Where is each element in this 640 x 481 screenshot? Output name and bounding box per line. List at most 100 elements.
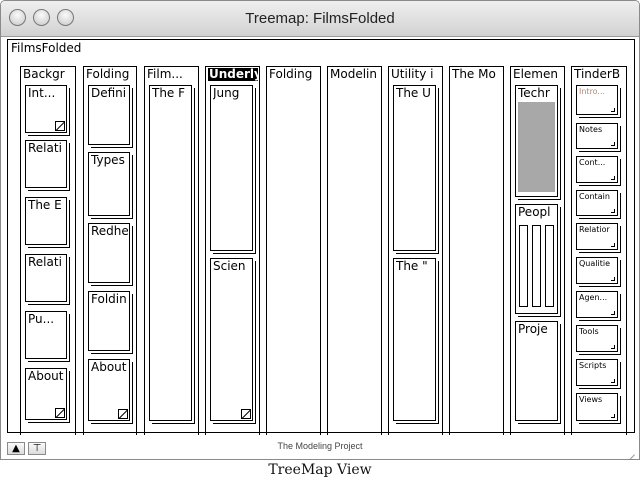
node-label: Pu... xyxy=(28,313,55,326)
treemap-node[interactable]: Types xyxy=(88,152,130,216)
treemap-column-underly[interactable]: Underly Jung Scien xyxy=(205,66,260,436)
column-label: Elemen xyxy=(513,68,558,81)
node-label: About xyxy=(28,370,64,383)
node-label: Views xyxy=(579,395,603,404)
treemap-column-folding-2[interactable]: Folding xyxy=(266,66,321,436)
treemap-node[interactable]: The E xyxy=(25,197,67,245)
treemap-node[interactable]: Jung xyxy=(210,85,253,251)
node-label: Relatior xyxy=(579,225,610,234)
treemap-node[interactable]: The F xyxy=(149,85,192,421)
node-label: The E xyxy=(28,199,62,212)
treemap-node[interactable]: Peopl xyxy=(515,204,558,314)
node-label: Scien xyxy=(213,260,246,273)
column-label: Folding xyxy=(269,68,313,81)
node-label: Notes xyxy=(579,125,603,134)
corner-mark-icon xyxy=(611,142,615,146)
node-label: Intro... xyxy=(579,87,606,96)
filled-area xyxy=(518,102,555,192)
child-bar[interactable] xyxy=(532,225,541,307)
resize-grip-icon[interactable] xyxy=(625,445,635,455)
treemap-column-folding[interactable]: Folding Defini Types Redhe Foldin About xyxy=(83,66,137,436)
treemap-node[interactable]: About xyxy=(88,359,130,421)
node-label: Agen... xyxy=(579,293,608,302)
treemap-node[interactable]: Foldin xyxy=(88,291,130,351)
node-label: The " xyxy=(396,260,428,273)
node-label: Qualitie xyxy=(579,259,610,268)
treemap-column-utility[interactable]: Utility i The U The " xyxy=(388,66,443,436)
figure-caption: TreeMap View xyxy=(268,462,372,478)
treemap-node[interactable]: Techr xyxy=(515,85,558,197)
treemap-column-the-mo[interactable]: The Mo xyxy=(449,66,504,436)
treemap-node[interactable]: Views xyxy=(576,393,618,421)
treemap-node[interactable]: Proje xyxy=(515,321,558,421)
treemap-node[interactable]: Qualitie xyxy=(576,257,618,284)
column-label-selected: Underly xyxy=(208,68,258,81)
node-label: Proje xyxy=(518,323,548,336)
treemap-node[interactable]: Defini xyxy=(88,85,130,145)
corner-mark-icon xyxy=(611,311,615,315)
project-name: The Modeling Project xyxy=(277,441,363,451)
treemap-node[interactable]: Agen... xyxy=(576,291,618,318)
node-label: Techr xyxy=(518,87,550,100)
treemap-node[interactable]: Scien xyxy=(210,258,253,421)
column-label: Backgr xyxy=(23,68,65,81)
treemap-node[interactable]: Int... xyxy=(25,85,67,133)
folded-corner-icon xyxy=(55,121,65,131)
corner-mark-icon xyxy=(611,243,615,247)
node-label: The U xyxy=(396,87,431,100)
treemap-node[interactable]: Relati xyxy=(25,140,67,188)
column-label: TinderB xyxy=(574,68,621,81)
treemap-column-modelin[interactable]: Modelin xyxy=(327,66,382,436)
node-label: Relati xyxy=(28,142,62,155)
node-label: About xyxy=(91,361,127,374)
corner-mark-icon xyxy=(611,209,615,213)
treemap-node[interactable]: The " xyxy=(393,258,436,421)
treemap-node[interactable]: Relati xyxy=(25,254,67,302)
root-label: FilmsFolded xyxy=(11,41,82,55)
treemap-node[interactable]: Scripts xyxy=(576,359,618,386)
folded-corner-icon xyxy=(241,409,251,419)
node-label: Scripts xyxy=(579,361,607,370)
treemap-column-elemen[interactable]: Elemen Techr Peopl Proje xyxy=(510,66,565,436)
folded-corner-icon xyxy=(118,409,128,419)
treemap-node[interactable]: Notes xyxy=(576,123,618,149)
treemap-node[interactable]: Intro... xyxy=(576,85,618,115)
treemap-node[interactable]: Redhe xyxy=(88,223,130,283)
node-label: Contain xyxy=(579,192,610,201)
node-label: Int... xyxy=(28,87,56,100)
treemap-node[interactable]: Contain xyxy=(576,190,618,216)
column-label: Folding xyxy=(86,68,130,81)
node-label: Defini xyxy=(91,87,127,100)
treemap-node[interactable]: Cont... xyxy=(576,156,618,183)
node-label: Redhe xyxy=(91,225,128,238)
treemap-node[interactable]: Tools xyxy=(576,325,618,352)
status-bar: ▲ ⊤ The Modeling Project xyxy=(1,435,639,459)
treemap-node[interactable]: About xyxy=(25,368,67,420)
corner-mark-icon xyxy=(611,176,615,180)
treemap-column-tinderb[interactable]: TinderB Intro... Notes Cont... Contain R… xyxy=(571,66,627,436)
treemap-node[interactable]: Relatior xyxy=(576,223,618,250)
column-label: The Mo xyxy=(452,68,496,81)
window-title: Treemap: FilmsFolded xyxy=(245,10,395,27)
node-label: The F xyxy=(152,87,186,100)
node-label: Tools xyxy=(579,327,599,336)
folded-corner-icon xyxy=(55,408,65,418)
node-label: Cont... xyxy=(579,158,606,167)
treemap-node[interactable]: Pu... xyxy=(25,311,67,359)
corner-mark-icon xyxy=(611,345,615,349)
column-label: Utility i xyxy=(391,68,434,81)
child-bar[interactable] xyxy=(545,225,554,307)
node-label: Jung xyxy=(213,87,240,100)
treemap-column-film[interactable]: Film... The F xyxy=(144,66,199,436)
node-label: Peopl xyxy=(518,206,551,219)
node-label: Types xyxy=(91,154,125,167)
child-bar[interactable] xyxy=(519,225,528,307)
treemap-root[interactable]: FilmsFolded Backgr Int... Relati The E R… xyxy=(7,39,635,436)
corner-mark-icon xyxy=(611,379,615,383)
corner-mark-icon xyxy=(611,414,615,418)
node-label: Relati xyxy=(28,256,62,269)
treemap-window: Treemap: FilmsFolded FilmsFolded Backgr … xyxy=(0,0,640,460)
title-bar[interactable]: Treemap: FilmsFolded xyxy=(1,1,639,37)
treemap-node[interactable]: The U xyxy=(393,85,436,251)
treemap-column-backgr[interactable]: Backgr Int... Relati The E Relati Pu... … xyxy=(20,66,76,436)
